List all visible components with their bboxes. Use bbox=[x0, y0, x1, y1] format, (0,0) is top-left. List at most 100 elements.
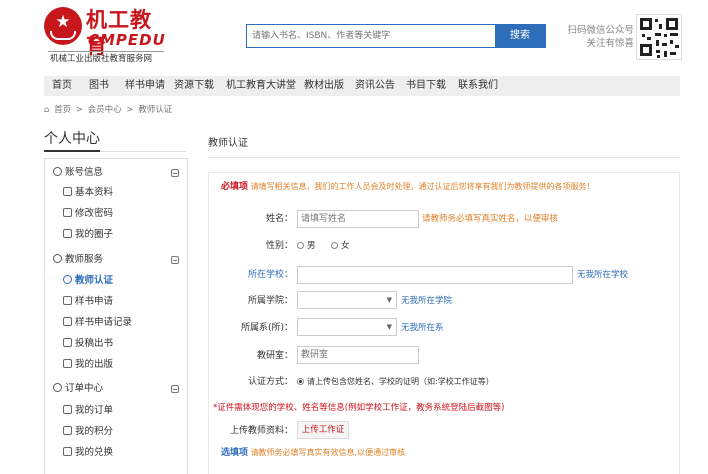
breadcrumb-home[interactable]: 首页 bbox=[54, 105, 71, 115]
book-icon bbox=[63, 296, 72, 305]
sidebar-item-my-redemptions[interactable]: 我的兑换 bbox=[63, 445, 113, 461]
sidebar: 账号信息 基本资料 修改密码 我的圈子 教师服务 教师认证 样书申请 样书申请记… bbox=[44, 158, 188, 474]
office-input[interactable] bbox=[297, 346, 419, 364]
coin-icon bbox=[63, 426, 72, 435]
sidebar-item-label: 我的积分 bbox=[75, 426, 114, 437]
required-notice-bold: 必填项 bbox=[221, 182, 249, 192]
sidebar-item-label: 教师认证 bbox=[75, 275, 114, 286]
radio-checked-icon bbox=[297, 378, 304, 385]
required-notice-text: 请填写相关信息，我们的工作人员会及时处理，通过认证后您将享有我们为教师提供的各项… bbox=[250, 182, 595, 191]
office-label: 教研室： bbox=[256, 351, 293, 361]
method-option-label: 请上传包含您姓名、学校的证明（如:学校工作证等） bbox=[307, 377, 494, 386]
certificate-warning: *证件需体现您的学校、姓名等信息(例如学校工作证，教务系统登陆后截图等) bbox=[213, 403, 505, 413]
sidebar-item-label: 基本资料 bbox=[75, 187, 114, 198]
school-label: 所在学校： bbox=[247, 270, 293, 280]
sidebar-item-sample-request[interactable]: 样书申请 bbox=[63, 294, 113, 310]
nav-sample-request[interactable]: 样书申请 bbox=[125, 76, 165, 96]
chevron-down-icon: ▼ bbox=[386, 296, 392, 304]
method-option[interactable]: 请上传包含您姓名、学校的证明（如:学校工作证等） bbox=[297, 376, 494, 388]
order-icon bbox=[63, 405, 72, 414]
collapse-icon[interactable] bbox=[171, 169, 179, 177]
teacher-cert-form: 必填项 请填写相关信息，我们的工作人员会及时处理，通过认证后您将享有我们为教师提… bbox=[208, 172, 680, 474]
sidebar-item-label: 我的兑换 bbox=[75, 447, 114, 458]
sidebar-item-my-circle[interactable]: 我的圈子 bbox=[63, 227, 113, 243]
collapse-icon[interactable] bbox=[171, 385, 179, 393]
home-icon: ⌂ bbox=[44, 105, 50, 115]
breadcrumb-separator: > bbox=[75, 105, 83, 115]
chevron-down-icon: ▼ bbox=[386, 323, 392, 331]
nav-catalog-download[interactable]: 书目下载 bbox=[406, 76, 446, 96]
upload-label: 上传教师资料： bbox=[229, 426, 293, 436]
logo-emblem-icon: ★ bbox=[44, 7, 82, 45]
user-icon bbox=[63, 187, 72, 196]
cart-icon bbox=[53, 383, 62, 392]
main-nav: 首页 图书 样书申请 资源下载 机工教育大讲堂 教材出版 资讯公告 书目下载 联… bbox=[44, 76, 680, 96]
gender-female-option[interactable]: 女 bbox=[331, 240, 350, 252]
required-notice: 必填项 请填写相关信息，我们的工作人员会及时处理，通过认证后您将享有我们为教师提… bbox=[221, 181, 595, 193]
nav-resource-download[interactable]: 资源下载 bbox=[174, 76, 214, 96]
cmpedu-logo[interactable]: ★ 机工教育 CMPEDU 机械工业出版社教育服务网 bbox=[44, 7, 166, 64]
nav-lecture-hall[interactable]: 机工教育大讲堂 bbox=[226, 76, 296, 96]
search-bar: 搜索 bbox=[246, 24, 546, 48]
breadcrumb-separator: > bbox=[126, 105, 134, 115]
method-label: 认证方式： bbox=[247, 377, 293, 387]
sidebar-item-label: 我的圈子 bbox=[75, 229, 114, 240]
sidebar-item-submit-manuscript[interactable]: 投稿出书 bbox=[63, 336, 113, 352]
breadcrumb: ⌂ 首页 > 会员中心 > 教师认证 bbox=[44, 104, 174, 116]
college-label: 所属学院： bbox=[247, 296, 293, 306]
no-school-link[interactable]: 无我所在学校 bbox=[577, 269, 628, 281]
document-icon bbox=[63, 359, 72, 368]
sidebar-item-label: 修改密码 bbox=[75, 208, 114, 219]
dept-label: 所属系(所)： bbox=[240, 323, 293, 333]
nav-contact-us[interactable]: 联系我们 bbox=[458, 76, 498, 96]
nav-news[interactable]: 资讯公告 bbox=[355, 76, 395, 96]
gift-icon bbox=[63, 447, 72, 456]
radio-icon bbox=[331, 242, 338, 249]
sidebar-item-my-points[interactable]: 我的积分 bbox=[63, 424, 113, 440]
nav-textbook-publishing[interactable]: 教材出版 bbox=[304, 76, 344, 96]
name-label: 姓名： bbox=[265, 214, 293, 224]
send-icon bbox=[63, 338, 72, 347]
site-header: ★ 机工教育 CMPEDU 机械工业出版社教育服务网 搜索 扫码微信公众号 关注… bbox=[0, 0, 708, 72]
breadcrumb-member-center[interactable]: 会员中心 bbox=[88, 105, 122, 115]
upload-certificate-button[interactable]: 上传工作证 bbox=[297, 421, 349, 439]
wechat-promo-line1: 扫码微信公众号 bbox=[567, 25, 634, 36]
logo-english-text: CMPEDU bbox=[88, 31, 166, 49]
nav-books[interactable]: 图书 bbox=[89, 76, 109, 96]
dept-select[interactable]: ▼ bbox=[297, 318, 397, 336]
gender-male-option[interactable]: 男 bbox=[297, 240, 316, 252]
gender-label: 性别： bbox=[265, 241, 293, 251]
gear-icon bbox=[53, 167, 62, 176]
sidebar-item-sample-records[interactable]: 样书申请记录 bbox=[63, 315, 132, 331]
name-input[interactable] bbox=[297, 210, 419, 228]
no-college-link[interactable]: 无我所在学院 bbox=[401, 295, 452, 307]
optional-notice: 选填项 请教师务必填写真实有效信息,以便通过审核 bbox=[221, 447, 405, 459]
sidebar-group-teacher[interactable]: 教师服务 bbox=[53, 252, 103, 268]
sidebar-item-my-orders[interactable]: 我的订单 bbox=[63, 403, 113, 419]
sidebar-item-my-publications[interactable]: 我的出版 bbox=[63, 357, 113, 373]
sidebar-group-orders[interactable]: 订单中心 bbox=[53, 381, 103, 397]
optional-notice-text: 请教师务必填写真实有效信息,以便通过审核 bbox=[250, 448, 406, 457]
gender-female-label: 女 bbox=[341, 241, 350, 251]
collapse-icon[interactable] bbox=[171, 256, 179, 264]
sidebar-item-teacher-cert[interactable]: 教师认证 bbox=[63, 273, 113, 289]
no-dept-link[interactable]: 无我所在系 bbox=[401, 322, 444, 334]
optional-notice-bold: 选填项 bbox=[221, 448, 249, 458]
list-icon bbox=[63, 317, 72, 326]
search-button[interactable]: 搜索 bbox=[495, 25, 545, 47]
sidebar-item-label: 我的订单 bbox=[75, 405, 114, 416]
sidebar-item-label: 样书申请 bbox=[75, 296, 114, 307]
qr-code-icon bbox=[636, 14, 682, 60]
name-hint: 请教师务必填写真实姓名，以便审核 bbox=[422, 214, 559, 224]
search-input[interactable] bbox=[247, 25, 495, 47]
wechat-promo-line2: 关注有惊喜 bbox=[586, 38, 634, 49]
sidebar-title: 个人中心 bbox=[44, 131, 100, 147]
college-select[interactable]: ▼ bbox=[297, 291, 397, 309]
sidebar-item-change-password[interactable]: 修改密码 bbox=[63, 206, 113, 222]
nav-home[interactable]: 首页 bbox=[52, 76, 72, 96]
sidebar-item-label: 我的出版 bbox=[75, 359, 114, 370]
sidebar-group-label: 教师服务 bbox=[65, 254, 104, 265]
sidebar-item-basic-info[interactable]: 基本资料 bbox=[63, 185, 113, 201]
school-input[interactable] bbox=[297, 266, 573, 284]
sidebar-group-account[interactable]: 账号信息 bbox=[53, 165, 103, 181]
